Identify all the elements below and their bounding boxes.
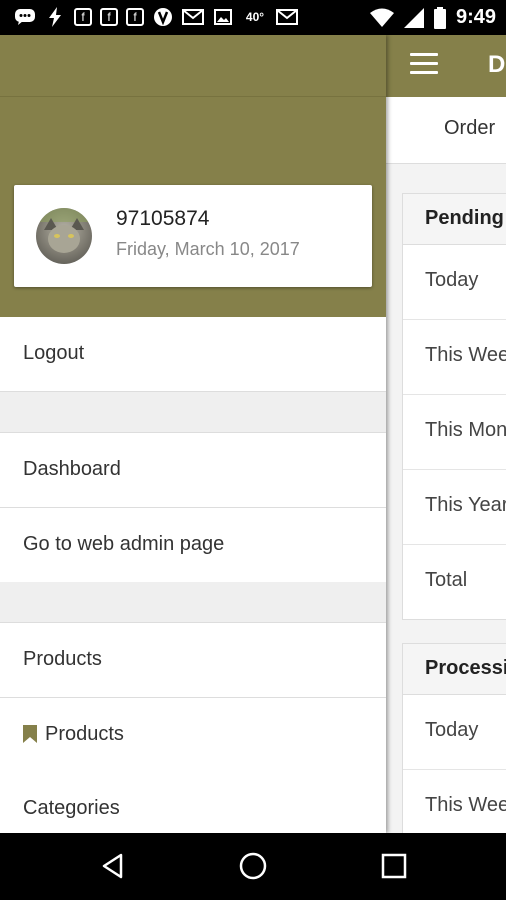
- card-header: Processing: [403, 644, 506, 695]
- username: 97105874: [116, 207, 210, 230]
- pending-card: Pending Today This Week This Month This …: [402, 193, 506, 620]
- menu-section-divider: [0, 392, 386, 433]
- page-title: D: [488, 51, 506, 78]
- menu-item-label: Categories: [23, 797, 120, 819]
- notification-icons: f f f 40°: [14, 6, 298, 28]
- card-row[interactable]: This Month: [403, 395, 506, 470]
- status-bar: f f f 40° 9:49: [0, 0, 506, 35]
- system-icons: 9:49: [369, 6, 496, 29]
- mail-icon: [182, 6, 204, 28]
- vine-icon: [152, 6, 174, 28]
- menu-item-products-bookmarked[interactable]: Products: [0, 698, 386, 773]
- tab-order[interactable]: Order: [444, 117, 495, 140]
- menu-item-label: Products: [45, 723, 124, 745]
- image-icon: [212, 6, 234, 28]
- temperature: 40°: [245, 10, 265, 24]
- card-row[interactable]: Total: [403, 545, 506, 619]
- clock: 9:49: [455, 6, 496, 28]
- menu-item-label: Dashboard: [23, 458, 121, 480]
- card-row[interactable]: Today: [403, 695, 506, 770]
- system-nav-bar: [0, 833, 506, 900]
- menu-item-dashboard[interactable]: Dashboard: [0, 433, 386, 508]
- avatar: [36, 208, 92, 264]
- card-header: Pending: [403, 194, 506, 245]
- menu-item-logout[interactable]: Logout: [0, 317, 386, 392]
- main-content: D Order Pending Today This Week This Mon…: [386, 35, 506, 833]
- message-icon: [14, 6, 36, 28]
- menu-item-label: Products: [23, 648, 102, 670]
- drawer-header: 97105874 Friday, March 10, 2017: [0, 35, 386, 317]
- card-row[interactable]: Today: [403, 245, 506, 320]
- card-row[interactable]: This Week: [403, 320, 506, 395]
- menu-item-label: Go to web admin page: [23, 533, 225, 555]
- menu-icon[interactable]: [410, 53, 438, 75]
- signal-icon: [403, 7, 424, 28]
- facebook-icon: f: [74, 8, 92, 26]
- facebook-icon: f: [126, 8, 144, 26]
- menu-item-products[interactable]: Products: [0, 623, 386, 698]
- battery-icon: [433, 6, 446, 29]
- home-icon[interactable]: [236, 849, 270, 883]
- facebook-icon: f: [100, 8, 118, 26]
- recents-icon[interactable]: [377, 849, 411, 883]
- bookmark-icon: [23, 725, 37, 743]
- back-icon[interactable]: [96, 849, 130, 883]
- card-row[interactable]: This Year: [403, 470, 506, 545]
- divider: [0, 96, 386, 97]
- menu-item-categories[interactable]: Categories: [0, 772, 386, 833]
- menu-item-web-admin[interactable]: Go to web admin page: [0, 508, 386, 583]
- card-row[interactable]: This Week: [403, 770, 506, 833]
- menu-item-label: Logout: [23, 342, 85, 364]
- profile-card[interactable]: 97105874 Friday, March 10, 2017: [14, 185, 372, 287]
- flash-icon: [44, 6, 66, 28]
- profile-date: Friday, March 10, 2017: [116, 239, 300, 259]
- navigation-drawer: 97105874 Friday, March 10, 2017 Logout D…: [0, 35, 386, 833]
- mail-icon: [276, 6, 298, 28]
- menu-section-divider: [0, 582, 386, 623]
- tab-bar: Order: [386, 97, 506, 164]
- processing-card: Processing Today This Week: [402, 643, 506, 833]
- wifi-icon: [369, 8, 394, 27]
- app-toolbar: D: [386, 35, 506, 97]
